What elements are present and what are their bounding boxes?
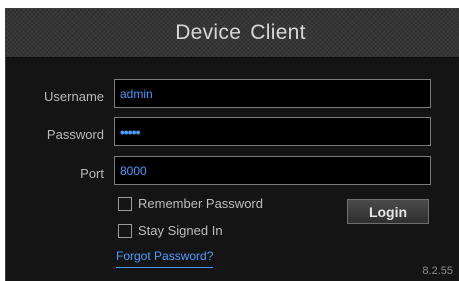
remember-password-option[interactable]: Remember Password xyxy=(118,196,263,211)
port-label: Port xyxy=(80,166,104,181)
login-button[interactable]: Login xyxy=(347,199,429,224)
title-bar: Device Client xyxy=(6,9,459,58)
stay-signed-in-label: Stay Signed In xyxy=(138,223,223,238)
password-value: ••••• xyxy=(120,123,140,140)
login-dialog: Device Client Username admin Password ••… xyxy=(5,8,459,281)
forgot-password-link[interactable]: Forgot Password? xyxy=(116,249,214,268)
port-value: 8000 xyxy=(120,163,147,178)
username-label: Username xyxy=(44,89,104,104)
app-title: Device Client xyxy=(175,21,306,44)
remember-password-label: Remember Password xyxy=(138,196,263,211)
stay-signed-in-checkbox[interactable] xyxy=(118,223,132,238)
password-field[interactable]: ••••• xyxy=(114,117,431,146)
remember-password-checkbox[interactable] xyxy=(118,196,132,211)
version-label: 8.2.55 xyxy=(422,265,453,277)
username-field[interactable]: admin xyxy=(114,79,431,108)
password-label: Password xyxy=(46,127,104,142)
username-value: admin xyxy=(120,86,153,101)
port-field[interactable]: 8000 xyxy=(114,156,431,185)
stay-signed-in-option[interactable]: Stay Signed In xyxy=(118,223,223,238)
